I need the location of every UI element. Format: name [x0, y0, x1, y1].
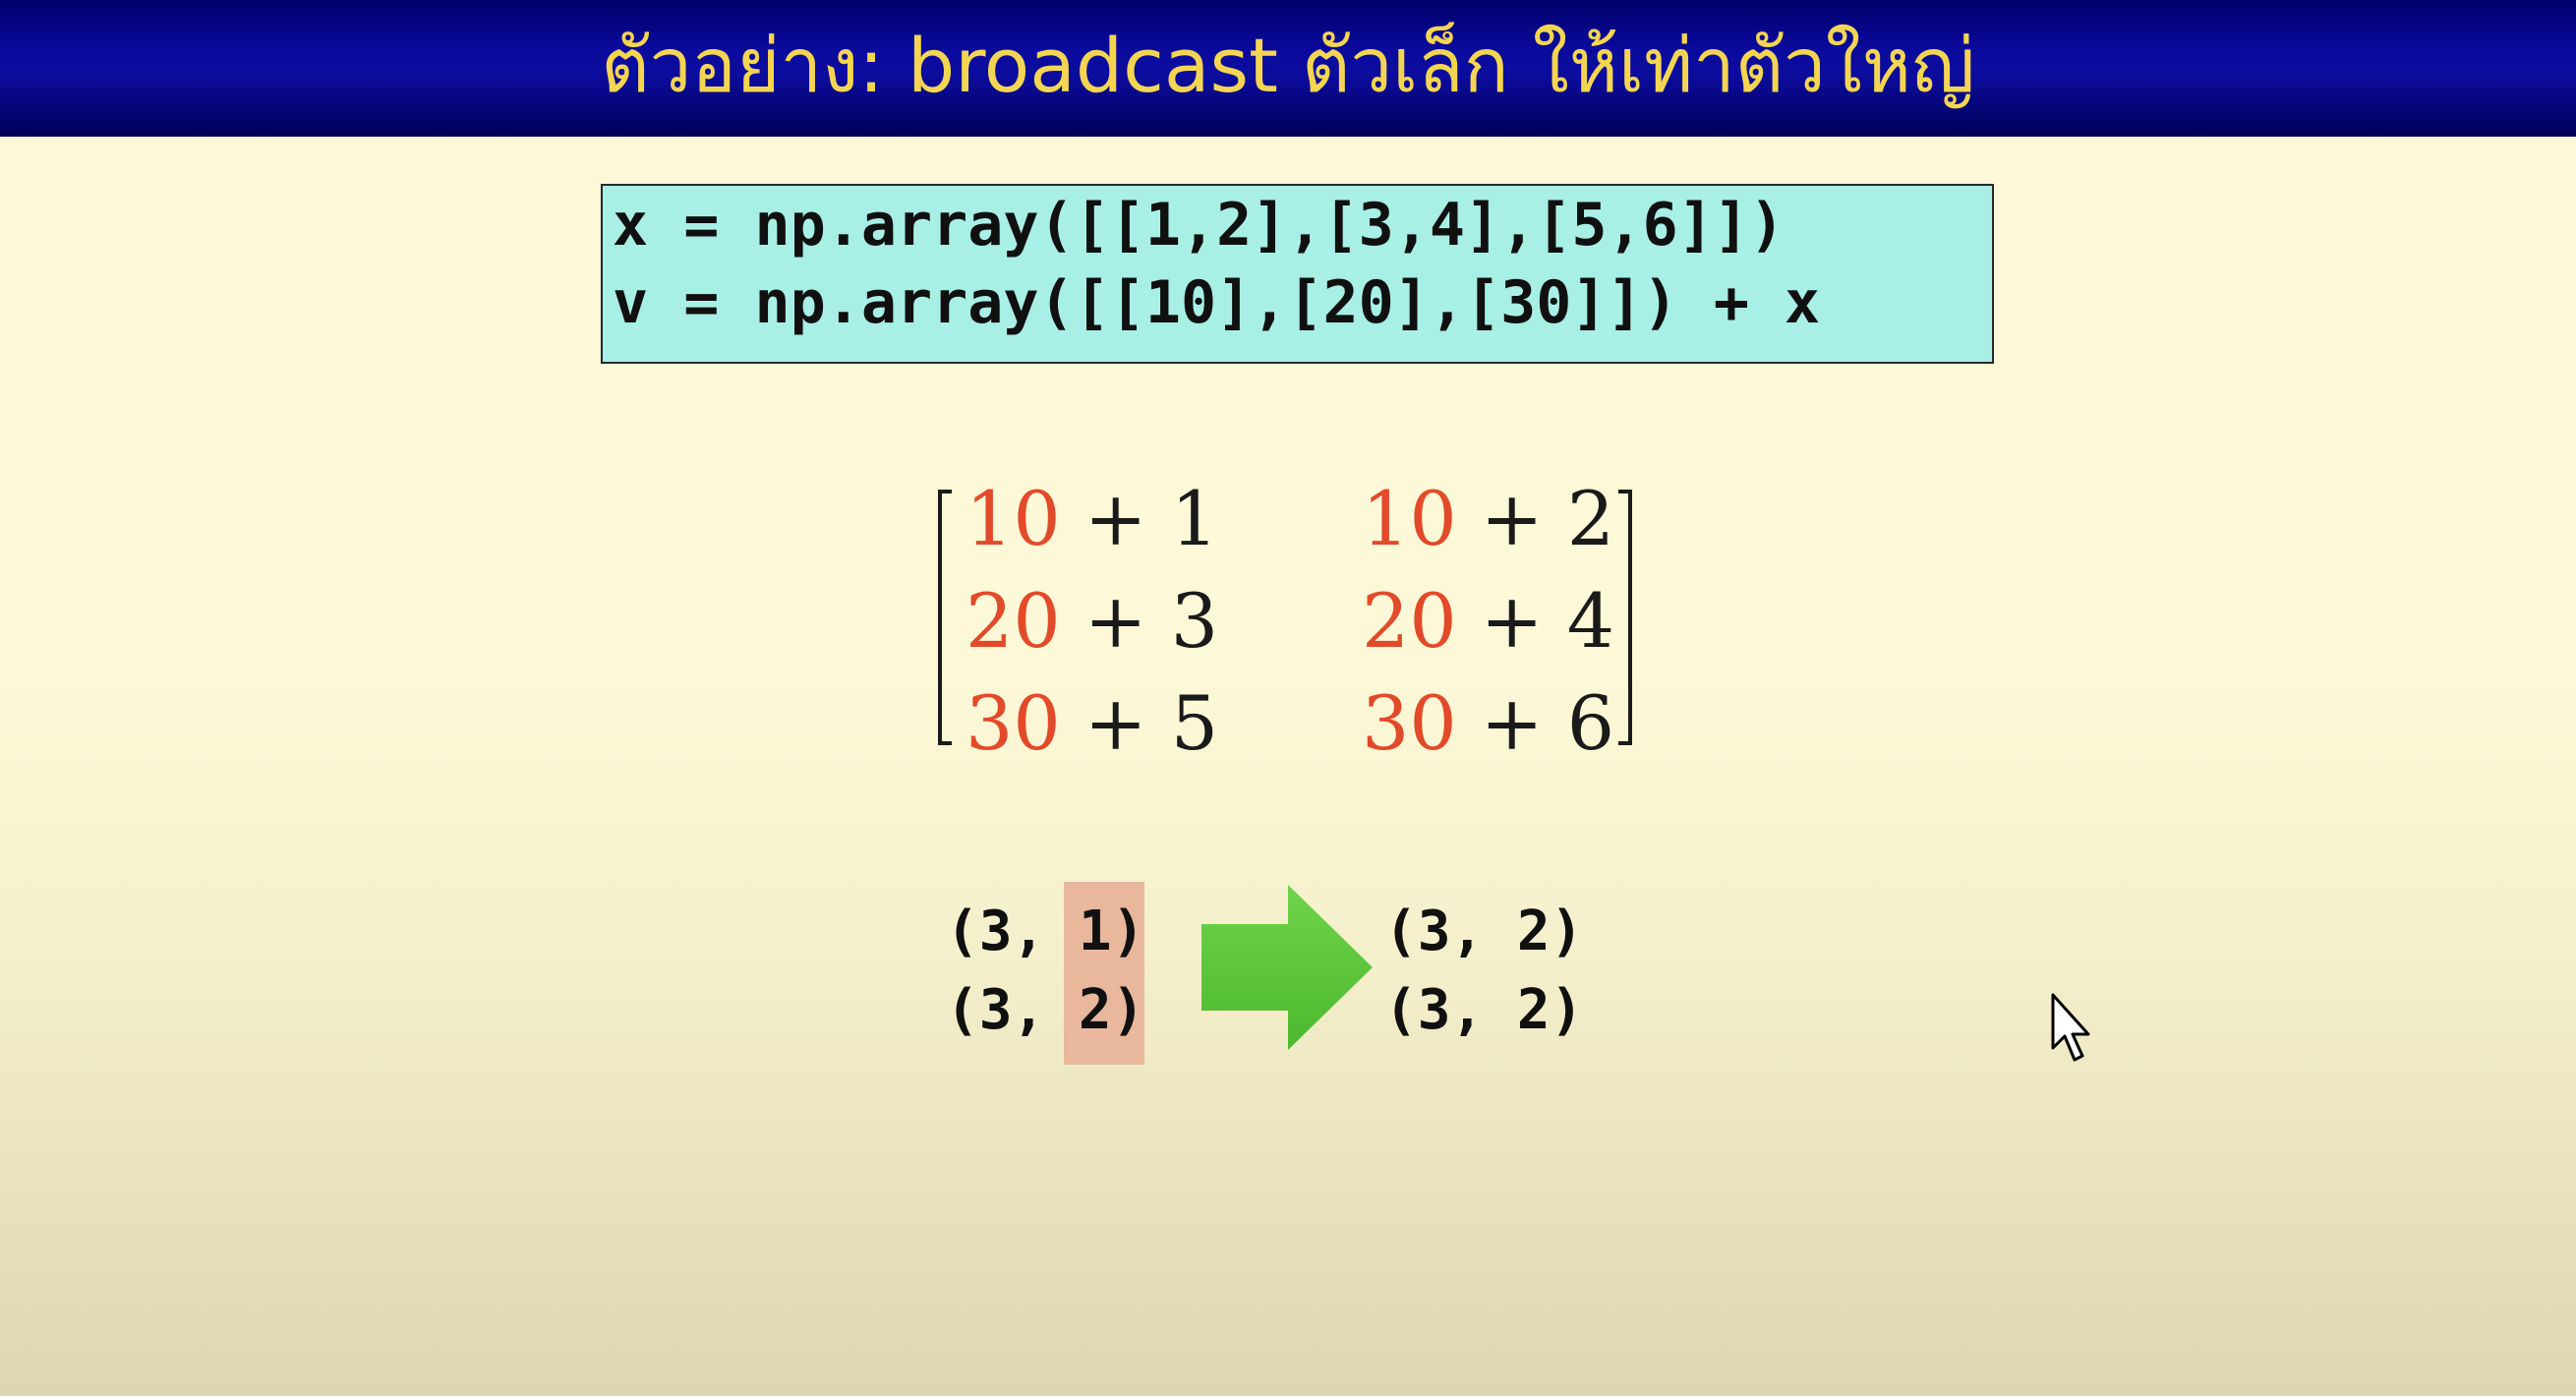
broadcast-value: 10 [966, 475, 1061, 562]
shape-after-2: (3, 2) [1384, 978, 1584, 1042]
matrix-cell-r1c2: 10 + 2 [1362, 470, 1614, 568]
matrix-left-bracket [938, 490, 952, 745]
matrix-cell-r2c1: 20 + 3 [966, 572, 1218, 670]
shape-before-2: (3, 2) [946, 978, 1145, 1042]
matrix-cell-r2c2: 20 + 4 [1362, 572, 1614, 670]
code-line-2: v = np.array([[10],[20],[30]]) + x [613, 268, 1821, 337]
broadcast-matrix: 10 + 1 10 + 2 20 + 3 20 + 4 30 + 5 30 + … [924, 475, 1652, 767]
mouse-pointer-icon [2051, 993, 2090, 1062]
plus-sign: + [1083, 577, 1147, 665]
plus-sign: + [1083, 679, 1147, 767]
shape-after-1: (3, 2) [1384, 900, 1584, 963]
matrix-cell-r3c2: 30 + 6 [1362, 674, 1614, 773]
x-value: 4 [1566, 577, 1615, 665]
slide-title: ตัวอย่าง: broadcast ตัวเล็ก ให้เท่าตัวให… [601, 22, 1975, 109]
x-value: 6 [1566, 679, 1615, 767]
x-value: 5 [1170, 679, 1219, 767]
broadcast-value: 30 [1362, 679, 1457, 767]
plus-sign: + [1480, 679, 1544, 767]
x-value: 3 [1170, 577, 1219, 665]
broadcast-value: 20 [966, 577, 1061, 665]
plus-sign: + [1480, 577, 1544, 665]
matrix-right-bracket [1618, 490, 1632, 745]
title-bar: ตัวอย่าง: broadcast ตัวเล็ก ให้เท่าตัวให… [0, 0, 2576, 137]
plus-sign: + [1480, 475, 1544, 562]
right-arrow-icon [1201, 885, 1373, 1050]
broadcast-value: 30 [966, 679, 1061, 767]
broadcast-value: 20 [1362, 577, 1457, 665]
shape-before-1: (3, 1) [946, 900, 1145, 963]
code-block: x = np.array([[1,2],[3,4],[5,6]]) v = np… [601, 184, 1994, 364]
matrix-cell-r3c1: 30 + 5 [966, 674, 1218, 773]
plus-sign: + [1083, 475, 1147, 562]
broadcast-value: 10 [1362, 475, 1457, 562]
code-line-1: x = np.array([[1,2],[3,4],[5,6]]) [613, 191, 1786, 260]
x-value: 1 [1170, 475, 1219, 562]
matrix-cell-r1c1: 10 + 1 [966, 470, 1218, 568]
x-value: 2 [1566, 475, 1615, 562]
